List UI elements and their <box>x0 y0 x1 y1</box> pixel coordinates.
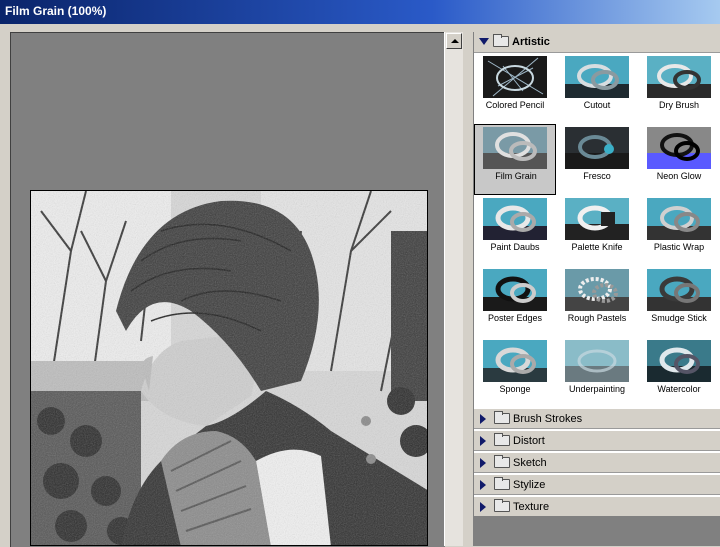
triangle-down-icon[interactable] <box>479 38 489 45</box>
category-texture[interactable]: Texture <box>474 496 720 517</box>
thumbnail <box>565 269 629 311</box>
filter-label: Colored Pencil <box>485 100 545 110</box>
folder-icon <box>494 477 510 490</box>
category-distort[interactable]: Distort <box>474 430 720 451</box>
filter-dry-brush[interactable]: Dry Brush <box>638 53 720 124</box>
thumbnail <box>483 269 547 311</box>
thumbnail <box>647 56 711 98</box>
category-sketch[interactable]: Sketch <box>474 452 720 473</box>
divider <box>464 32 472 546</box>
category-label: Artistic <box>512 36 550 48</box>
filter-fresco[interactable]: Fresco <box>556 124 638 195</box>
thumbnail <box>647 269 711 311</box>
filter-poster-edges[interactable]: Poster Edges <box>474 266 556 337</box>
category-label: Texture <box>513 501 550 513</box>
filter-rough-pastels[interactable]: Rough Pastels <box>556 266 638 337</box>
title-bar: Film Grain (100%) <box>0 0 720 24</box>
filter-paint-daubs[interactable]: Paint Daubs <box>474 195 556 266</box>
filter-label: Palette Knife <box>571 242 623 252</box>
folder-icon <box>494 411 510 424</box>
folder-icon <box>494 499 510 512</box>
thumbnail <box>647 198 711 240</box>
folder-icon <box>494 455 510 468</box>
filter-label: Paint Daubs <box>490 242 540 252</box>
filter-label: Rough Pastels <box>567 313 627 323</box>
category-stylize[interactable]: Stylize <box>474 474 720 495</box>
filter-neon-glow[interactable]: Neon Glow <box>638 124 720 195</box>
filter-sponge[interactable]: Sponge <box>474 337 556 408</box>
filter-watercolor[interactable]: Watercolor <box>638 337 720 408</box>
filter-palette-knife[interactable]: Palette Knife <box>556 195 638 266</box>
folder-icon <box>493 34 509 47</box>
triangle-right-icon[interactable] <box>480 436 486 446</box>
filter-cutout[interactable]: Cutout <box>556 53 638 124</box>
thumbnail <box>647 340 711 382</box>
thumbnail <box>565 127 629 169</box>
filter-label: Fresco <box>583 171 611 181</box>
category-brush-strokes[interactable]: Brush Strokes <box>474 408 720 429</box>
filter-label: Smudge Stick <box>651 313 707 323</box>
filter-label: Plastic Wrap <box>653 242 705 252</box>
filter-label: Neon Glow <box>656 171 702 181</box>
scroll-up-button[interactable] <box>446 33 462 49</box>
thumbnail <box>483 56 547 98</box>
thumbnail <box>565 340 629 382</box>
preview-image <box>30 190 428 546</box>
panel-empty-area <box>474 516 720 546</box>
filter-label: Watercolor <box>657 384 701 394</box>
triangle-right-icon[interactable] <box>480 414 486 424</box>
filter-label: Poster Edges <box>487 313 543 323</box>
thumbnail <box>483 127 547 169</box>
thumbnail <box>565 56 629 98</box>
filter-gallery-panel: Artistic Colored Pencil Cutout Dry Brush <box>473 32 720 546</box>
filter-plastic-wrap[interactable]: Plastic Wrap <box>638 195 720 266</box>
triangle-right-icon[interactable] <box>480 458 486 468</box>
preview-scrollbar[interactable] <box>444 32 463 546</box>
filter-colored-pencil[interactable]: Colored Pencil <box>474 53 556 124</box>
filter-label: Film Grain <box>495 171 537 181</box>
filter-thumbnail-grid: Colored Pencil Cutout Dry Brush Film Gra… <box>474 53 720 406</box>
filter-label: Cutout <box>583 100 611 110</box>
thumbnail <box>483 198 547 240</box>
triangle-right-icon[interactable] <box>480 480 486 490</box>
filter-label: Dry Brush <box>658 100 699 110</box>
folder-icon <box>494 433 510 446</box>
triangle-right-icon[interactable] <box>480 502 486 512</box>
category-header-artistic[interactable]: Artistic <box>474 32 720 53</box>
filter-label: Sponge <box>499 384 531 394</box>
window-title: Film Grain (100%) <box>5 4 107 18</box>
filter-underpainting[interactable]: Underpainting <box>556 337 638 408</box>
filter-smudge-stick[interactable]: Smudge Stick <box>638 266 720 337</box>
category-label: Distort <box>513 435 545 447</box>
thumbnail <box>565 198 629 240</box>
category-label: Stylize <box>513 479 546 491</box>
filter-label: Underpainting <box>568 384 626 394</box>
thumbnail <box>483 340 547 382</box>
photo-illustration <box>31 191 427 545</box>
category-label: Sketch <box>513 457 547 469</box>
filter-film-grain[interactable]: Film Grain <box>474 124 556 195</box>
category-label: Brush Strokes <box>513 413 583 425</box>
thumbnail <box>647 127 711 169</box>
